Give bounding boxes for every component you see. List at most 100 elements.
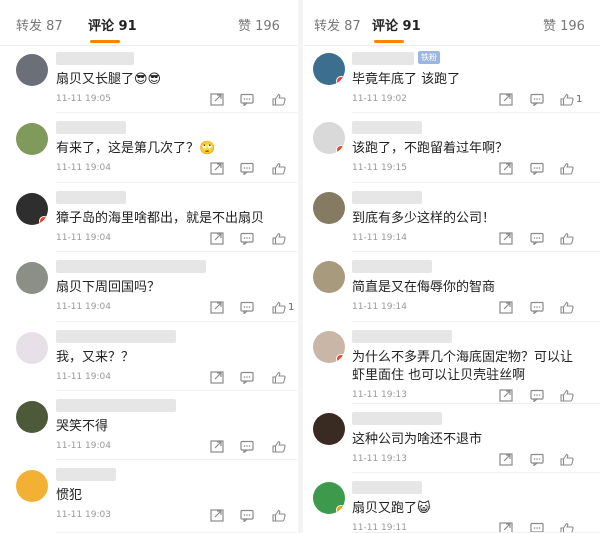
comment-reply-icon[interactable] [530,93,544,106]
share-icon[interactable] [210,301,224,314]
like-icon[interactable] [272,301,286,314]
user-avatar[interactable] [313,122,345,154]
tab-reposts[interactable]: 转发 87 [16,15,63,34]
username-blurred[interactable] [352,481,422,494]
comment-timestamp: 11-11 19:14 [352,302,407,312]
like-icon[interactable] [272,232,286,245]
share-icon[interactable] [499,453,513,466]
comment-text: 有来了，这是第几次了？🙄 [56,141,216,156]
user-avatar[interactable] [313,192,345,224]
share-icon[interactable] [210,162,224,175]
share-icon[interactable] [210,232,224,245]
comment-reply-icon[interactable] [530,232,544,245]
like-icon[interactable] [272,162,286,175]
username-blurred[interactable] [352,191,422,204]
comment-reply-icon[interactable] [530,389,544,402]
comment-item: 简直是又在侮辱你的智商 11-11 19:14 [304,252,600,322]
like-icon[interactable] [560,162,574,175]
user-avatar[interactable] [313,53,345,85]
like-count: 1 [288,302,295,313]
comment-item: 哭笑不得 11-11 19:04 [0,391,297,460]
tab-bar: 转发 87 评论 91 赞 196 [304,0,600,46]
comment-reply-icon[interactable] [240,232,254,245]
username-blurred[interactable] [56,330,176,343]
share-icon[interactable] [499,389,513,402]
tab-likes[interactable]: 赞 196 [238,15,280,34]
comment-item: 獐子岛的海里啥都出，就是不出扇贝 11-11 19:04 [0,183,297,252]
comment-reply-icon[interactable] [240,371,254,384]
comment-reply-icon[interactable] [530,453,544,466]
comment-text: 该跑了，不跑留着过年啊？ [352,141,509,156]
comment-timestamp: 11-11 19:04 [56,163,111,173]
username-blurred[interactable] [56,52,134,65]
active-tab-indicator [90,40,120,43]
like-icon[interactable] [560,93,574,106]
share-icon[interactable] [499,232,513,245]
comment-text: 扇贝又跑了😺 [352,501,431,516]
username-blurred[interactable] [352,52,414,65]
share-icon[interactable] [210,509,224,522]
user-avatar[interactable] [313,331,345,363]
comment-timestamp: 11-11 19:04 [56,372,111,382]
share-icon[interactable] [210,371,224,384]
user-avatar[interactable] [313,261,345,293]
comment-text: 我，又来？？ [56,350,135,365]
username-blurred[interactable] [352,330,452,343]
username-blurred[interactable] [56,191,126,204]
share-icon[interactable] [499,93,513,106]
comment-timestamp: 11-11 19:05 [56,94,111,104]
tab-comments[interactable]: 评论 91 [88,15,137,34]
comment-reply-icon[interactable] [240,162,254,175]
comment-reply-icon[interactable] [240,301,254,314]
verified-badge-icon [336,76,345,85]
username-blurred[interactable] [352,121,422,134]
share-icon[interactable] [499,162,513,175]
user-avatar[interactable] [16,332,48,364]
user-avatar[interactable] [16,193,48,225]
comment-timestamp: 11-11 19:04 [56,233,111,243]
username-blurred[interactable] [56,260,206,273]
tab-reposts[interactable]: 转发 87 [314,15,361,34]
comment-item: 为什么不多弄几个海底固定物？可以让 虾里面住 也可以让贝壳驻丝啊 11-11 19:… [304,322,600,404]
comment-item: 扇贝又长腿了😎😎 11-11 19:05 [0,44,297,113]
verified-badge-icon [336,145,345,154]
user-avatar[interactable] [313,482,345,514]
comment-timestamp: 11-11 19:03 [56,510,111,520]
user-avatar[interactable] [16,123,48,155]
verified-badge-icon [336,505,345,514]
like-icon[interactable] [560,232,574,245]
comment-text: 惯犯 [56,488,83,503]
username-blurred[interactable] [56,399,176,412]
tab-comments[interactable]: 评论 91 [372,15,421,34]
comment-reply-icon[interactable] [530,162,544,175]
comment-text: 扇贝又长腿了😎😎 [56,72,162,87]
comment-reply-icon[interactable] [240,440,254,453]
comment-reply-icon[interactable] [240,509,254,522]
user-avatar[interactable] [16,262,48,294]
share-icon[interactable] [499,301,513,314]
username-blurred[interactable] [352,412,442,425]
panel-divider [298,0,303,533]
tab-likes[interactable]: 赞 196 [543,15,585,34]
user-avatar[interactable] [16,54,48,86]
comment-text: 獐子岛的海里啥都出，就是不出扇贝 [56,211,265,226]
user-avatar[interactable] [313,413,345,445]
comment-reply-icon[interactable] [530,301,544,314]
like-icon[interactable] [272,93,286,106]
username-blurred[interactable] [56,121,126,134]
like-icon[interactable] [272,440,286,453]
like-icon[interactable] [560,453,574,466]
comment-reply-icon[interactable] [240,93,254,106]
like-icon[interactable] [560,301,574,314]
share-icon[interactable] [210,93,224,106]
comment-timestamp: 11-11 19:15 [352,163,407,173]
comment-item: 到底有多少这样的公司！ 11-11 19:14 [304,183,600,252]
username-blurred[interactable] [352,260,432,273]
share-icon[interactable] [210,440,224,453]
like-icon[interactable] [272,371,286,384]
username-blurred[interactable] [56,468,116,481]
like-icon[interactable] [272,509,286,522]
user-avatar[interactable] [16,470,48,502]
like-icon[interactable] [560,389,574,402]
user-avatar[interactable] [16,401,48,433]
